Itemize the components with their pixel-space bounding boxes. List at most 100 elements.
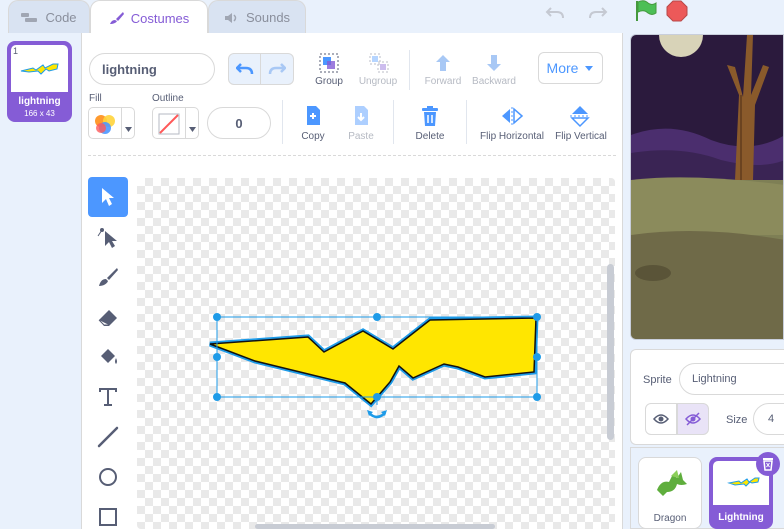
tab-sounds-label: Sounds [245, 10, 291, 25]
forward-label: Forward [424, 76, 462, 87]
group-label: Group [315, 76, 343, 87]
redo-icon[interactable] [588, 4, 608, 27]
tab-costumes-label: Costumes [130, 10, 190, 26]
circle-tool[interactable] [88, 457, 128, 497]
redo-arrow-icon [268, 63, 286, 75]
reshape-tool[interactable] [88, 217, 128, 257]
show-sprite-button[interactable] [645, 403, 677, 435]
backward-icon[interactable] [482, 51, 506, 75]
speaker-icon [224, 11, 240, 25]
arrow-cursor-icon [102, 188, 114, 206]
delete-sprite-button[interactable] [756, 452, 780, 476]
flip-horizontal-label: Flip Horizontal [480, 131, 544, 142]
separator [282, 100, 283, 144]
sprite-label: Sprite [643, 374, 672, 386]
caret-down-icon [189, 120, 196, 138]
editor-undo-button[interactable] [228, 53, 261, 85]
fill-tool[interactable] [88, 337, 128, 377]
canvas-scrollbar[interactable] [607, 264, 614, 440]
costume-number: 1 [13, 46, 19, 56]
lightning-shape[interactable] [200, 300, 560, 430]
paintbrush-icon [99, 268, 118, 286]
group-icon[interactable] [316, 51, 342, 75]
sprite-name-input[interactable]: Lightning [679, 363, 784, 395]
sprite-tile-dragon[interactable]: Dragon [638, 457, 702, 529]
stage[interactable] [630, 34, 784, 340]
rotate-handle-icon [367, 410, 387, 419]
line-tool[interactable] [88, 417, 128, 457]
outline-color-picker[interactable] [152, 107, 199, 139]
stop-icon[interactable] [666, 0, 688, 27]
green-flag-icon[interactable] [634, 0, 658, 27]
more-label: More [546, 60, 579, 76]
sprite-info-panel: Sprite Lightning Size 4 [630, 349, 784, 445]
eye-icon [653, 414, 669, 424]
delete-label: Delete [415, 131, 445, 142]
eye-slash-icon [685, 412, 701, 426]
more-button[interactable]: More [538, 52, 603, 84]
brush-tool[interactable] [88, 257, 128, 297]
reshape-icon [97, 228, 117, 248]
flip-vertical-icon[interactable] [568, 104, 592, 128]
copy-label: Copy [301, 131, 325, 142]
copy-icon[interactable] [302, 104, 324, 128]
sprite-list: Dragon Lightning [630, 447, 784, 529]
outline-width-value: 0 [235, 115, 243, 131]
outline-width-input[interactable]: 0 [207, 107, 271, 139]
tab-costumes[interactable]: Costumes [90, 0, 208, 35]
fill-color-picker[interactable] [88, 107, 135, 139]
caret-down-icon [125, 120, 132, 138]
hide-sprite-button[interactable] [677, 403, 709, 435]
color-swatch-icon [93, 112, 117, 141]
dragon-thumbnail [657, 470, 687, 496]
sprite-name: Dragon [653, 513, 687, 524]
undo-arrow-icon [235, 63, 253, 75]
backward-label: Backward [472, 76, 516, 87]
code-icon [21, 12, 39, 24]
rectangle-icon [99, 508, 117, 526]
sprite-name: Lightning [718, 512, 764, 523]
no-outline-icon [157, 112, 181, 141]
sprite-name-value: Lightning [692, 373, 737, 385]
separator [466, 100, 467, 144]
separator [393, 100, 394, 144]
undo-icon[interactable] [545, 4, 565, 27]
eraser-icon [98, 310, 117, 326]
flip-horizontal-icon[interactable] [500, 104, 524, 128]
fill-label: Fill [89, 93, 102, 104]
flip-vertical-label: Flip Vertical [555, 131, 607, 142]
canvas-scrollbar-horizontal[interactable] [255, 524, 495, 529]
costume-name-value: lightning [102, 61, 157, 77]
rectangle-tool[interactable] [88, 497, 128, 529]
trash-icon[interactable] [418, 104, 442, 128]
tab-sounds[interactable]: Sounds [208, 0, 306, 34]
circle-icon [99, 468, 117, 486]
text-tool[interactable] [88, 377, 128, 417]
select-tool[interactable] [88, 177, 128, 217]
toolbar-divider [88, 155, 616, 156]
text-icon [99, 388, 117, 406]
tab-code-label: Code [45, 10, 77, 25]
size-value: 4 [768, 413, 775, 425]
costume-tile[interactable]: 1 lightning 166 x 43 [7, 41, 72, 122]
paint-bucket-icon [101, 349, 117, 364]
size-label: Size [726, 414, 748, 426]
tab-code[interactable]: Code [8, 0, 90, 34]
brush-icon [109, 11, 125, 25]
line-icon [97, 426, 119, 448]
caret-down-icon [584, 60, 594, 76]
ungroup-icon[interactable] [366, 51, 392, 75]
costume-size: 166 x 43 [24, 109, 55, 118]
costume-name: lightning [18, 96, 61, 107]
forward-icon[interactable] [431, 51, 455, 75]
stage-backdrop [631, 35, 783, 339]
paste-icon[interactable] [350, 104, 372, 128]
trash-icon [763, 458, 773, 471]
eraser-tool[interactable] [88, 297, 128, 337]
editor-redo-button[interactable] [261, 53, 294, 85]
outline-label: Outline [152, 93, 184, 104]
size-input[interactable]: 4 [753, 403, 784, 435]
costume-name-input[interactable]: lightning [89, 53, 215, 85]
paste-label: Paste [348, 131, 374, 142]
ungroup-label: Ungroup [358, 76, 398, 87]
